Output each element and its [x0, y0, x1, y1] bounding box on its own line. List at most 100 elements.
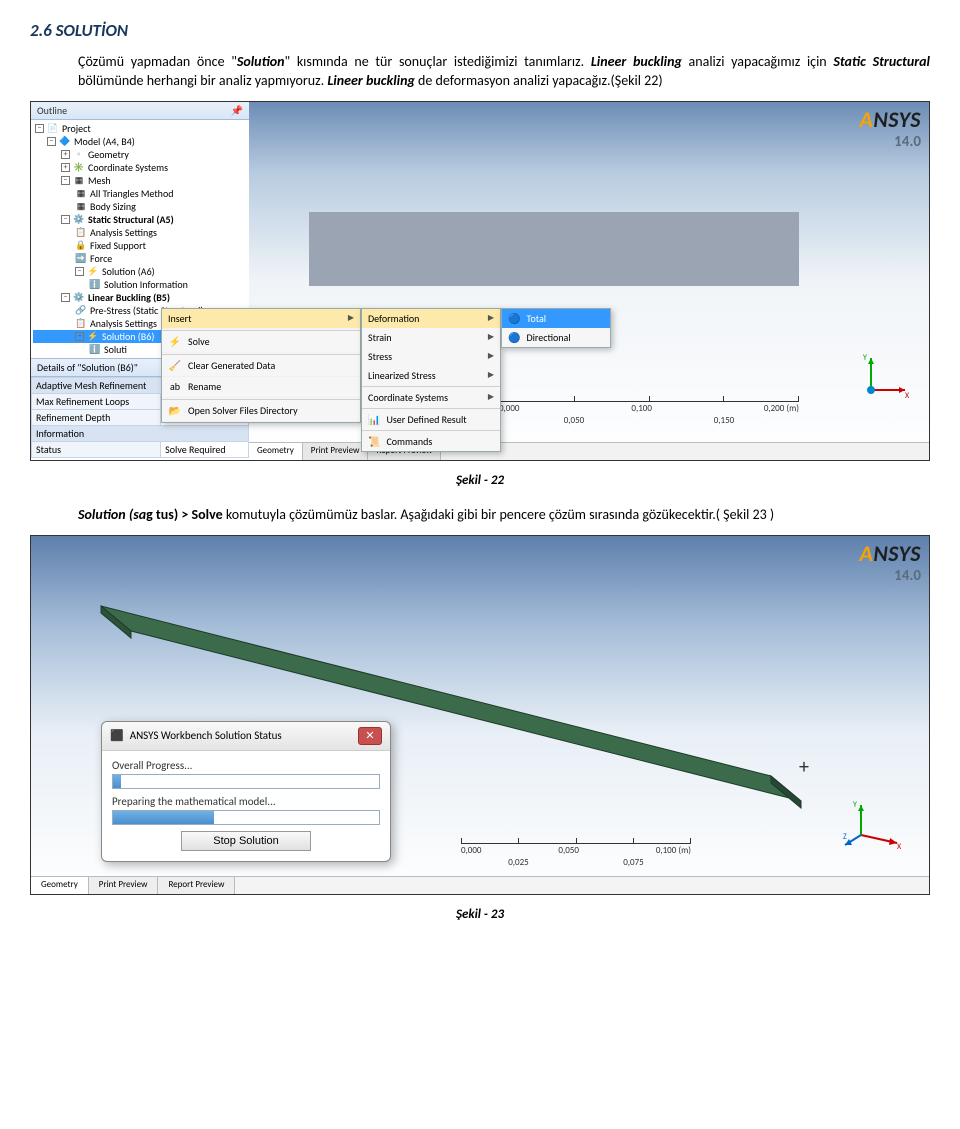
text: Çözümü yapmadan önce ": [78, 53, 237, 70]
stop-solution-button[interactable]: Stop Solution: [181, 831, 311, 851]
total-icon: 🔵: [508, 312, 520, 325]
ansys-logo: ANSYS 14.0: [859, 106, 921, 151]
ctx-open[interactable]: 📂Open Solver Files Directory: [162, 401, 360, 422]
logo-nsys: NSYS: [873, 540, 921, 567]
sub-commands[interactable]: 📜Commands: [362, 432, 500, 451]
logo-version: 14.0: [859, 133, 921, 151]
svg-text:Y: Y: [853, 801, 857, 810]
tab-print[interactable]: Print Preview: [89, 877, 159, 894]
svg-text:Z: Z: [843, 832, 847, 842]
tree-force[interactable]: Force: [90, 252, 112, 265]
tree-bodysizing[interactable]: Body Sizing: [90, 200, 136, 213]
submenu-insert[interactable]: Deformation▶ Strain▶ Stress▶ Linearized …: [361, 308, 501, 452]
scale-tick: 0,000: [499, 403, 520, 414]
tree-solb6[interactable]: Solution (B6): [102, 330, 154, 343]
ctx-clear[interactable]: 🧹Clear Generated Data: [162, 356, 360, 377]
ctx-rename[interactable]: abRename: [162, 377, 360, 398]
tab-report[interactable]: Report Preview: [158, 877, 235, 894]
tree-geometry[interactable]: Geometry: [88, 148, 129, 161]
tree-solinfo[interactable]: Solution Information: [104, 278, 188, 291]
tree-project[interactable]: Project: [62, 122, 91, 135]
settings-icon: 📋: [75, 226, 87, 238]
solinfo-icon: ℹ️: [89, 343, 101, 355]
text-em: Lineer buckling: [327, 72, 415, 89]
step-label: Preparing the mathematical model...: [112, 795, 380, 808]
ansys-icon: ⬛: [110, 729, 124, 742]
step-progress: [112, 810, 380, 825]
svg-text:X: X: [897, 842, 902, 849]
paragraph-1: Çözümü yapmadan önce "Solution" kısmında…: [78, 53, 930, 91]
outline-title: Outline: [37, 104, 67, 117]
sub-deformation[interactable]: Deformation▶: [362, 309, 500, 328]
tree-linbuck[interactable]: Linear Buckling (B5): [88, 291, 170, 304]
close-button[interactable]: ✕: [358, 727, 382, 745]
svg-text:Y: Y: [863, 353, 867, 363]
tree-model[interactable]: Model (A4, B4): [74, 135, 135, 148]
tree-mesh[interactable]: Mesh: [88, 174, 111, 187]
text: komutuyla çözümümüz baslar. Aşağıdaki gi…: [223, 506, 774, 523]
tree-fixed[interactable]: Fixed Support: [90, 239, 146, 252]
scale-bar: 0,0000,0500,100 (m) 0,0250,075: [461, 838, 691, 868]
origin-marker: +: [799, 755, 809, 779]
screenshot-1: Outline📌 −📄Project −🔷Model (A4, B4) +▫️G…: [30, 101, 930, 461]
text-em: Solution: [237, 53, 285, 70]
sub-strain[interactable]: Strain▶: [362, 328, 500, 347]
solution-status-dialog[interactable]: ⬛ ANSYS Workbench Solution Status ✕ Over…: [101, 721, 391, 862]
static-icon: ⚙️: [73, 213, 85, 225]
project-icon: 📄: [47, 122, 59, 134]
sub2-total[interactable]: 🔵Total: [502, 309, 610, 328]
dialog-title: ANSYS Workbench Solution Status: [130, 729, 282, 742]
force-icon: ➡️: [75, 252, 87, 264]
overall-progress: [112, 774, 380, 789]
overall-label: Overall Progress...: [112, 759, 380, 772]
scale-tick: 0,075: [623, 857, 644, 868]
submenu-deformation[interactable]: 🔵Total 🔵Directional: [501, 308, 611, 348]
text: analizi yapacağımız için: [682, 53, 833, 70]
logo-a: A: [859, 540, 873, 567]
solinfo-icon: ℹ️: [89, 278, 101, 290]
sub-linstress[interactable]: Linearized Stress▶: [362, 366, 500, 385]
folder-icon: 📂: [168, 404, 182, 418]
solve-icon: ⚡: [168, 335, 182, 349]
scale-tick: 0,000: [461, 845, 482, 856]
text: " kısmında ne tür sonuçlar istediğimizi …: [285, 53, 591, 70]
sub-stress[interactable]: Stress▶: [362, 347, 500, 366]
viewport-tabs[interactable]: Geometry Print Preview Report Preview: [249, 442, 929, 460]
tab-geometry[interactable]: Geometry: [31, 877, 89, 894]
paragraph-2: Solution (sag tus) > Solve komutuyla çöz…: [78, 506, 930, 525]
tree-anset[interactable]: Analysis Settings: [90, 226, 157, 239]
figure-caption-22: Şekil - 22: [30, 473, 930, 488]
scale-tick: 0,200 (m): [764, 403, 799, 414]
dialog-titlebar[interactable]: ⬛ ANSYS Workbench Solution Status ✕: [102, 722, 390, 751]
screenshot-2: ANSYS 14.0 + ⬛ ANSYS Workbench Solution …: [30, 535, 930, 895]
detail-value: Solve Required: [161, 441, 249, 457]
tree-solinfo2[interactable]: Soluti: [104, 343, 127, 356]
sub-coord[interactable]: Coordinate Systems▶: [362, 388, 500, 407]
figure-caption-23: Şekil - 23: [30, 907, 930, 922]
context-menu[interactable]: Insert▶ ⚡Solve 🧹Clear Generated Data abR…: [161, 308, 361, 423]
tree-anset2[interactable]: Analysis Settings: [90, 317, 157, 330]
outline-header: Outline 📌: [31, 102, 249, 120]
axis-triad: X Y Z: [843, 801, 903, 849]
prestress-icon: 🔗: [75, 304, 87, 316]
viewport-tabs[interactable]: Geometry Print Preview Report Preview: [31, 876, 929, 894]
tab-print[interactable]: Print Preview: [303, 443, 369, 460]
axis-triad: X Y: [861, 352, 909, 400]
tree-coord[interactable]: Coordinate Systems: [88, 161, 168, 174]
model-placeholder: [309, 212, 799, 286]
sub2-directional[interactable]: 🔵Directional: [502, 328, 610, 347]
sizing-icon: ▦: [75, 200, 87, 212]
tree-sola6[interactable]: Solution (A6): [102, 265, 155, 278]
pin-icon[interactable]: 📌: [231, 104, 243, 117]
ctx-solve[interactable]: ⚡Solve: [162, 332, 360, 353]
text: de deformasyon analizi yapacağız.(Şekil …: [415, 72, 663, 89]
tree-static[interactable]: Static Structural (A5): [88, 213, 174, 226]
tab-geometry[interactable]: Geometry: [249, 443, 303, 460]
ctx-insert[interactable]: Insert▶: [162, 309, 360, 329]
logo-version: 14.0: [859, 567, 921, 585]
detail-label: Status: [32, 441, 161, 457]
scale-tick: 0,025: [508, 857, 529, 868]
sub-udr[interactable]: 📊User Defined Result: [362, 410, 500, 429]
scale-tick: 0,150: [714, 415, 735, 426]
tree-alltri[interactable]: All Triangles Method: [90, 187, 173, 200]
